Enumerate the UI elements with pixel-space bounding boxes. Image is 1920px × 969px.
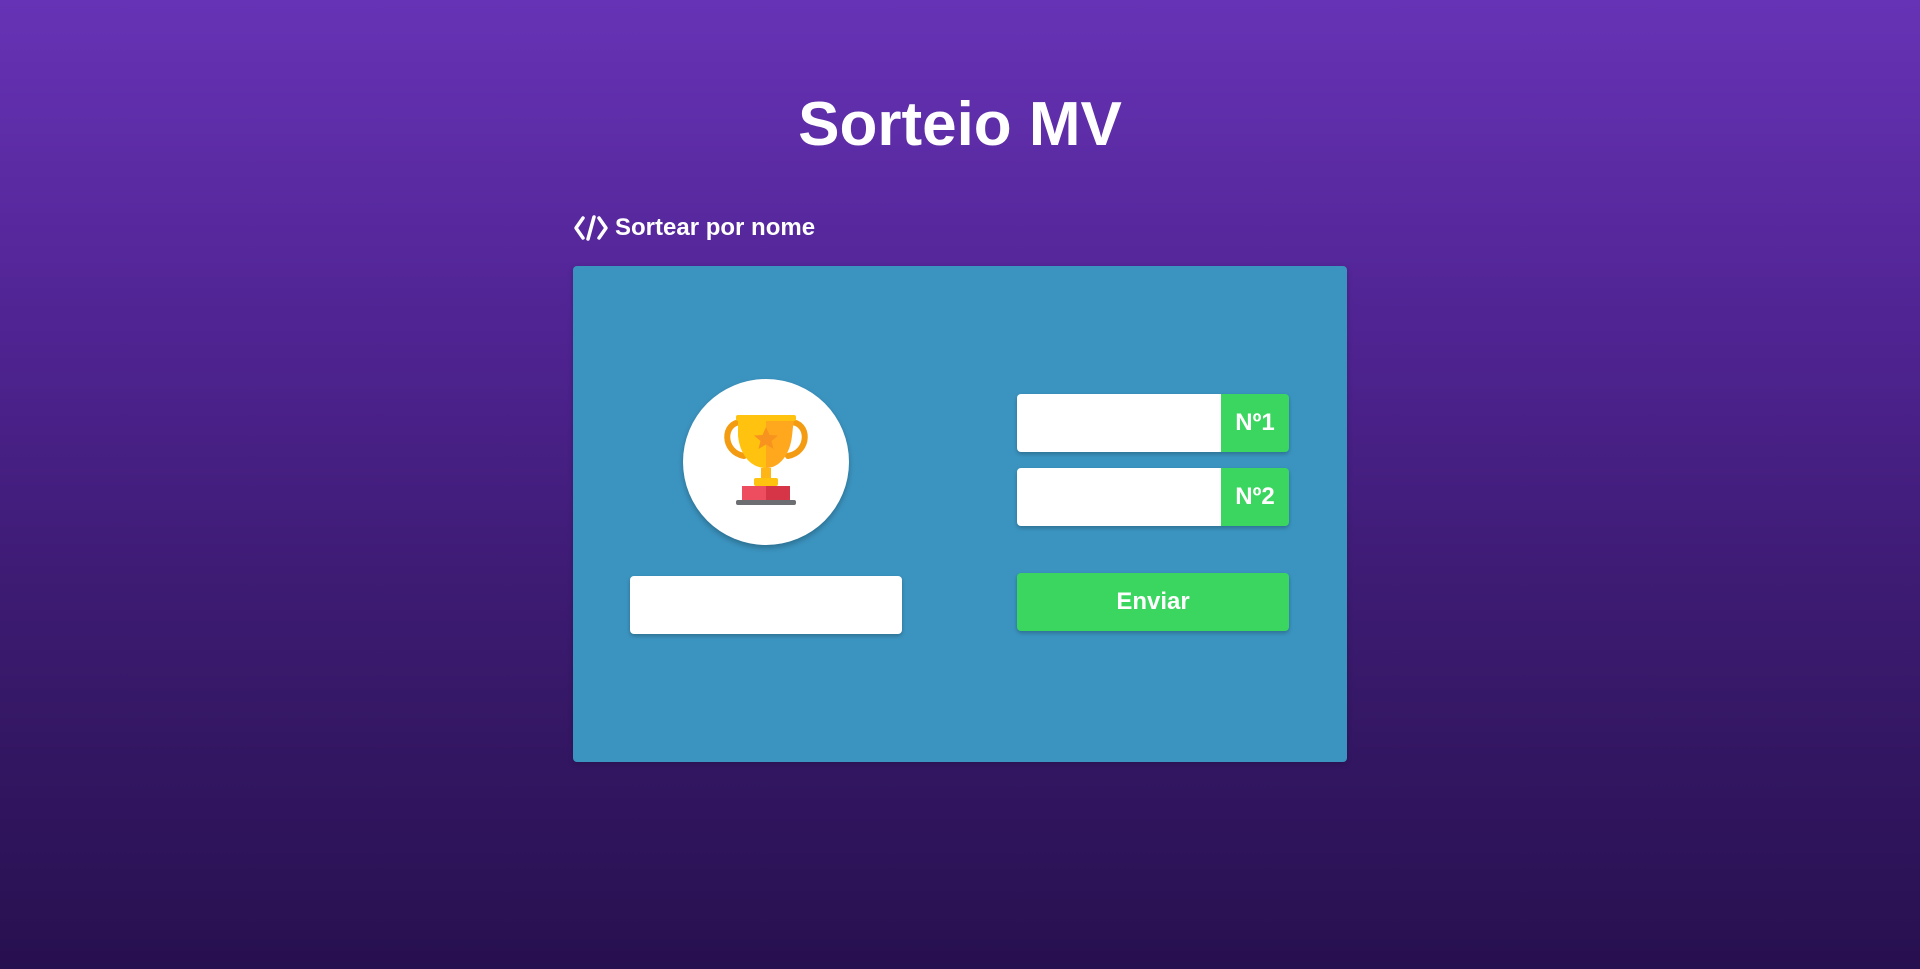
section-label: Sortear por nome	[615, 214, 816, 241]
number-input-1[interactable]	[1017, 394, 1221, 452]
send-button[interactable]: Enviar	[1017, 573, 1289, 631]
section-header: Sortear por nome	[573, 212, 815, 244]
number-badge-1: Nº1	[1221, 394, 1289, 452]
draw-panel: Nº1 Nº2 Enviar	[573, 266, 1347, 762]
number-badge-2: Nº2	[1221, 468, 1289, 526]
trophy-badge	[683, 379, 849, 545]
number-input-2[interactable]	[1017, 468, 1221, 526]
number-field-2: Nº2	[1017, 468, 1289, 526]
code-slash-icon	[573, 213, 609, 243]
trophy-icon	[720, 412, 812, 513]
number-field-1: Nº1	[1017, 394, 1289, 452]
page-title: Sorteio MV	[798, 90, 1122, 159]
winner-field[interactable]	[630, 576, 902, 634]
